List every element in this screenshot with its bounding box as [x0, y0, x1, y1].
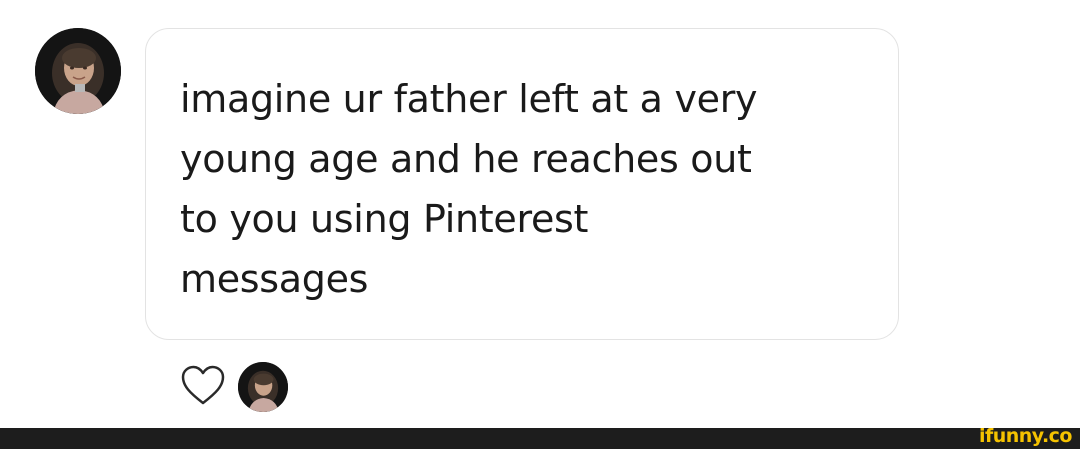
ifunny-watermark: ifunny.co	[978, 425, 1073, 447]
watermark-bar: ifunny.co	[0, 425, 1080, 449]
comment-bubble: imagine ur father left at a very young a…	[145, 28, 899, 340]
heart-outline-icon[interactable]	[180, 364, 226, 406]
author-photo-icon	[35, 28, 121, 114]
comment-text: imagine ur father left at a very young a…	[180, 77, 758, 301]
liker-avatar[interactable]	[238, 362, 288, 412]
liker-photo-icon	[238, 362, 288, 412]
comment-screen: imagine ur father left at a very young a…	[0, 0, 1080, 449]
author-avatar[interactable]	[35, 28, 121, 114]
